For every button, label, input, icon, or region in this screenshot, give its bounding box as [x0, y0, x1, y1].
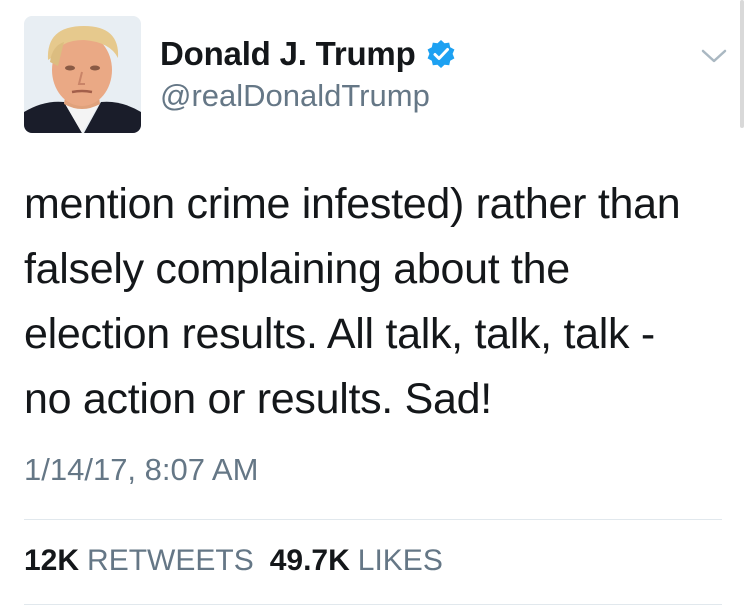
tweet-text-line: falsely complaining about the — [24, 245, 570, 293]
author-name-row: Donald J. Trump — [160, 32, 456, 76]
tweet-detail: Donald J. Trump @realDonaldTrump mention… — [0, 0, 750, 608]
chevron-down-icon[interactable] — [700, 46, 728, 66]
profile-photo-avatar[interactable] — [24, 16, 141, 133]
tweet-stats: 12K RETWEETS 49.7K LIKES — [24, 544, 459, 578]
divider — [24, 519, 722, 520]
tweet-text-line: mention crime infested) rather than — [24, 180, 681, 228]
divider — [24, 604, 722, 605]
tweet-text-line: no action or results. Sad! — [24, 375, 492, 423]
tweet-body: mention crime infested) rather than fals… — [24, 172, 724, 432]
likes-count[interactable]: 49.7K — [270, 544, 350, 578]
tweet-timestamp[interactable]: 1/14/17, 8:07 AM — [24, 452, 258, 488]
tweet-text-line: election results. All talk, talk, talk - — [24, 310, 655, 358]
scrollbar[interactable] — [740, 0, 744, 128]
author-handle[interactable]: @realDonaldTrump — [160, 78, 456, 114]
retweets-count[interactable]: 12K — [24, 544, 79, 578]
verified-badge-icon — [426, 39, 456, 69]
tweet-author[interactable]: Donald J. Trump @realDonaldTrump — [160, 32, 456, 114]
retweets-label[interactable]: RETWEETS — [87, 544, 254, 578]
author-display-name[interactable]: Donald J. Trump — [160, 35, 416, 73]
likes-label[interactable]: LIKES — [358, 544, 443, 578]
